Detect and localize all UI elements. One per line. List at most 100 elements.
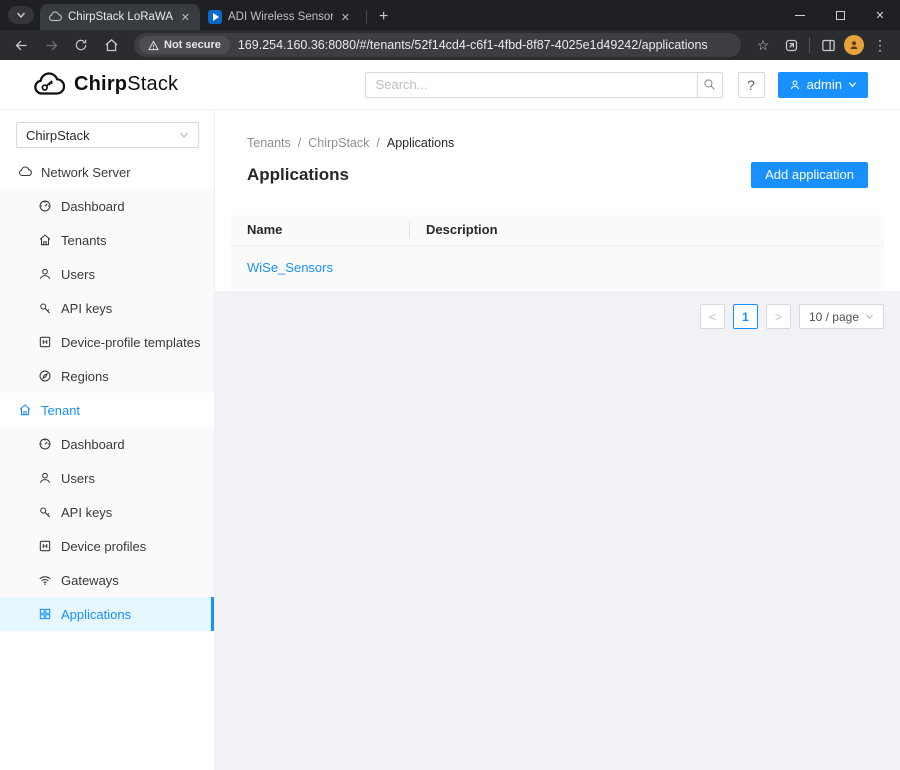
sidebar-item-label: Tenant xyxy=(41,403,80,418)
reload-icon xyxy=(74,38,88,52)
warning-icon xyxy=(148,40,159,51)
dashboard-icon xyxy=(38,437,52,451)
profile-avatar[interactable] xyxy=(844,35,864,55)
pagination-next-button[interactable]: > xyxy=(766,304,791,329)
sidebar-item-label: Device profiles xyxy=(61,539,146,554)
chirpstack-logo: ChirpStack xyxy=(32,72,178,98)
browser-menu-icon[interactable]: ⋮ xyxy=(868,33,892,57)
sidebar-item-device-profiles[interactable]: Device profiles xyxy=(0,529,214,563)
sidebar-item-applications[interactable]: Applications xyxy=(0,597,214,631)
chirpstack-favicon-icon xyxy=(48,10,62,24)
tab-separator xyxy=(366,10,367,24)
sidebar-item-regions[interactable]: Regions xyxy=(0,359,214,393)
main-content: Tenants/ChirpStack/Applications Applicat… xyxy=(215,110,900,770)
user-icon xyxy=(38,471,52,485)
back-button[interactable] xyxy=(8,33,34,57)
address-bar[interactable]: Not secure 169.254.160.36:8080/#/tenants… xyxy=(134,33,741,57)
reload-button[interactable] xyxy=(68,33,94,57)
sidebar-item-label: Device-profile templates xyxy=(61,335,200,350)
user-menu-button[interactable]: admin xyxy=(778,72,868,98)
sidebar-menu: Network Server Dashboard Tenants Users API k… xyxy=(0,155,214,631)
tab-title: ChirpStack LoRaWAN® Networ xyxy=(68,11,173,23)
chevron-down-icon xyxy=(865,312,874,321)
search-button[interactable] xyxy=(697,72,723,98)
adi-favicon-icon xyxy=(208,10,222,24)
new-tab-button[interactable]: + xyxy=(373,8,394,26)
page-title: Applications xyxy=(247,165,349,185)
browser-tab-chirpstack[interactable]: ChirpStack LoRaWAN® Networ ✕ xyxy=(40,4,200,30)
breadcrumb-separator: / xyxy=(298,136,301,150)
logo-text-bold: Chirp xyxy=(74,73,127,95)
logo-text-regular: Stack xyxy=(127,73,178,95)
breadcrumb-applications: Applications xyxy=(387,136,454,150)
app-body: ChirpStack Network Server Dashboard Tenant… xyxy=(0,110,900,770)
window-controls: ✕ xyxy=(780,0,900,30)
add-application-button[interactable]: Add application xyxy=(751,162,868,188)
search-group xyxy=(365,72,723,98)
header-actions: ? admin xyxy=(365,72,868,98)
sidebar-item-api-keys[interactable]: API keys xyxy=(0,495,214,529)
appstore-icon xyxy=(38,607,52,621)
pagination-prev-button[interactable]: < xyxy=(700,304,725,329)
cell-name: WiSe_Sensors xyxy=(231,245,410,289)
table-row: WiSe_Sensors xyxy=(231,245,884,289)
bookmark-star-icon[interactable]: ☆ xyxy=(751,33,775,57)
browser-toolbar: Not secure 169.254.160.36:8080/#/tenants… xyxy=(0,30,900,60)
page-size-select[interactable]: 10 / page xyxy=(799,304,884,329)
application-link[interactable]: WiSe_Sensors xyxy=(247,260,333,275)
sidebar-item-tenants[interactable]: Tenants xyxy=(0,223,214,257)
tab-search-button[interactable] xyxy=(8,6,34,24)
user-icon xyxy=(38,267,52,281)
window-maximize-button[interactable] xyxy=(820,0,860,30)
cell-description xyxy=(410,245,884,289)
home-icon xyxy=(18,403,32,417)
chevron-down-icon xyxy=(848,80,857,89)
tenant-select[interactable]: ChirpStack xyxy=(16,122,199,148)
window-close-button[interactable]: ✕ xyxy=(860,0,900,30)
breadcrumb-chirpstack[interactable]: ChirpStack xyxy=(308,136,369,150)
breadcrumb-tenants[interactable]: Tenants xyxy=(247,136,291,150)
help-button[interactable]: ? xyxy=(738,72,765,98)
key-icon xyxy=(38,301,52,315)
search-input[interactable] xyxy=(365,72,697,98)
forward-button[interactable] xyxy=(38,33,64,57)
sidebar-item-gateways[interactable]: Gateways xyxy=(0,563,214,597)
close-icon[interactable]: ✕ xyxy=(179,11,192,24)
sidebar-item-network-server[interactable]: Network Server xyxy=(0,155,214,189)
sidebar-item-label: Dashboard xyxy=(61,437,125,452)
sidebar-item-tenant[interactable]: Tenant xyxy=(0,393,214,427)
sidebar-item-label: Dashboard xyxy=(61,199,125,214)
sidebar-item-api-keys[interactable]: API keys xyxy=(0,291,214,325)
content-background: < 1 > 10 / page xyxy=(215,291,900,770)
browser-tab-adi[interactable]: ADI Wireless Sensor Hub ✕ xyxy=(200,4,360,30)
user-icon xyxy=(789,79,801,91)
extensions-icon[interactable] xyxy=(779,33,803,57)
home-icon xyxy=(38,233,52,247)
pagination: < 1 > 10 / page xyxy=(231,304,884,329)
sidebar-item-label: API keys xyxy=(61,505,112,520)
cloud-icon xyxy=(18,165,32,179)
tab-bar: ChirpStack LoRaWAN® Networ ✕ ADI Wireles… xyxy=(0,0,900,30)
sidebar-item-label: Regions xyxy=(61,369,109,384)
not-secure-badge[interactable]: Not secure xyxy=(139,36,230,54)
template-icon xyxy=(38,539,52,553)
title-row: Applications Add application xyxy=(247,161,868,188)
side-panel-icon[interactable] xyxy=(816,33,840,57)
sidebar-item-label: Users xyxy=(61,267,95,282)
home-icon xyxy=(104,38,119,53)
sidebar-item-dashboard[interactable]: Dashboard xyxy=(0,189,214,223)
window-minimize-button[interactable] xyxy=(780,0,820,30)
close-icon[interactable]: ✕ xyxy=(339,11,352,24)
sidebar-item-users[interactable]: Users xyxy=(0,461,214,495)
column-header-description: Description xyxy=(410,215,884,245)
pagination-page-1-button[interactable]: 1 xyxy=(733,304,758,329)
sidebar-item-label: Network Server xyxy=(41,165,131,180)
sidebar-item-label: Tenants xyxy=(61,233,107,248)
sidebar-item-device-profile-templates[interactable]: Device-profile templates xyxy=(0,325,214,359)
sidebar-item-users[interactable]: Users xyxy=(0,257,214,291)
compass-icon xyxy=(38,369,52,383)
minimize-icon xyxy=(795,15,805,16)
sidebar-item-label: API keys xyxy=(61,301,112,316)
home-button[interactable] xyxy=(98,33,124,57)
sidebar-item-dashboard[interactable]: Dashboard xyxy=(0,427,214,461)
